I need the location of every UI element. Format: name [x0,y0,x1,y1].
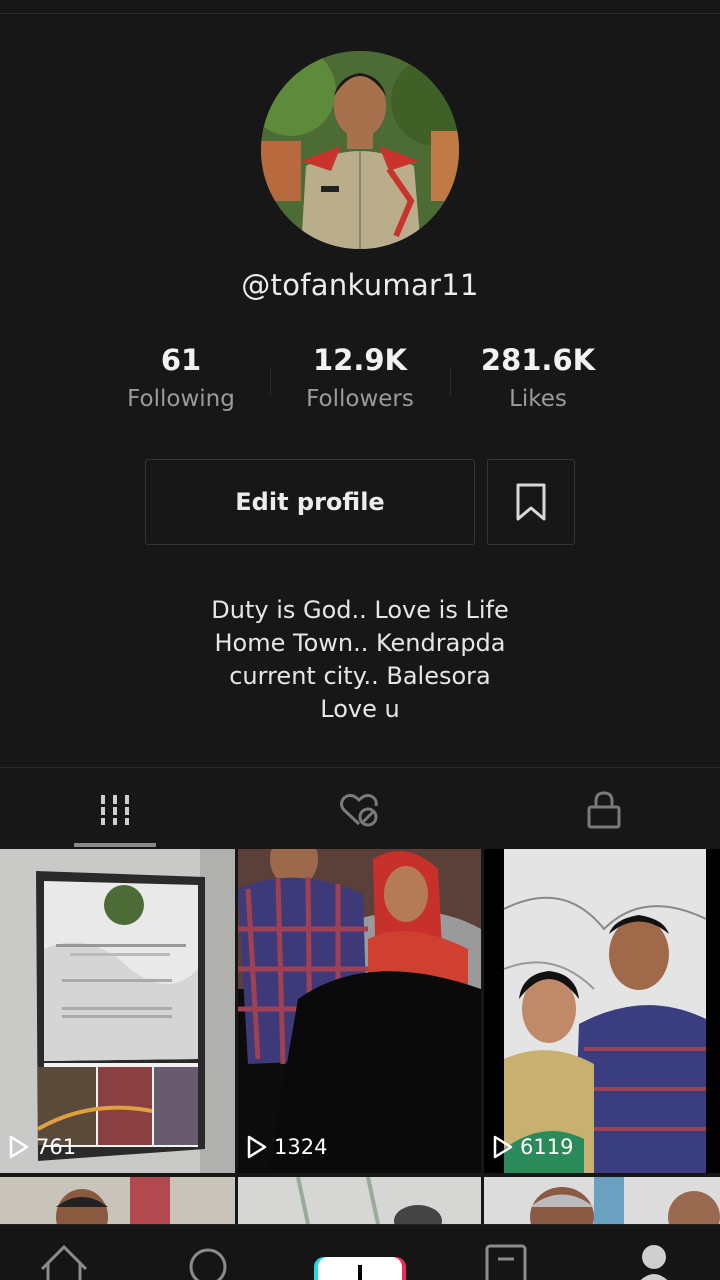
view-count-value: 6119 [520,1135,574,1159]
nav-create[interactable] [314,1255,406,1280]
view-count: 761 [8,1135,76,1159]
home-icon [40,1244,88,1280]
play-icon [247,1135,267,1159]
following-count: 61 [160,343,202,377]
videos-grid-icon [98,795,132,825]
nav-discover[interactable] [184,1243,234,1280]
profile-screen: @tofankumar11 61 Following 12.9K Followe… [0,0,720,1280]
followers-label: Followers [306,386,414,412]
followers-count: 12.9K [312,343,408,377]
tab-private[interactable] [544,780,664,840]
video-thumbnail-image [0,1177,235,1224]
stat-following[interactable]: 61 Following [91,340,271,414]
avatar[interactable] [261,51,459,249]
video-thumbnail-image [484,1177,720,1224]
edit-profile-button[interactable]: Edit profile [145,459,475,545]
video-thumbnail-image [0,849,235,1173]
view-count-value: 761 [36,1135,77,1159]
video-thumbnail[interactable]: 1324 [238,849,481,1173]
stat-likes[interactable]: 281.6K Likes [448,340,628,414]
create-plus-icon [314,1257,406,1280]
inbox-icon [485,1244,527,1280]
nav-profile[interactable] [634,1243,674,1280]
play-icon [493,1135,513,1159]
bio-line: Home Town.. Kendrapda [214,629,506,657]
video-thumbnail[interactable]: 6119 [484,849,720,1173]
video-thumbnail[interactable] [484,1177,720,1224]
favorites-button[interactable] [487,459,575,545]
view-count-value: 1324 [274,1135,328,1159]
tab-videos[interactable] [55,780,175,840]
view-count: 1324 [246,1135,327,1159]
bio-line: Love u [320,695,400,723]
status-divider [0,13,720,14]
bottom-navigation [0,1224,720,1280]
active-tab-indicator [74,843,156,847]
video-thumbnail[interactable] [238,1177,481,1224]
stat-followers[interactable]: 12.9K Followers [270,340,450,414]
nav-inbox[interactable] [484,1243,528,1280]
bio-line: Duty is God.. Love is Life [211,596,509,624]
username: @tofankumar11 [241,268,479,302]
lock-icon [587,791,621,829]
likes-label: Likes [509,386,567,412]
video-thumbnail-image [484,849,720,1173]
liked-videos-icon [340,793,378,827]
video-thumbnail-image [238,849,481,1173]
bio: Duty is God.. Love is Life Home Town.. K… [0,594,720,726]
tab-liked[interactable] [300,780,420,840]
nav-home[interactable] [38,1243,90,1280]
bio-line: current city.. Balesora [229,662,491,690]
video-thumbnail[interactable] [0,1177,235,1224]
likes-count: 281.6K [480,343,596,377]
tabs-divider [0,767,720,768]
view-count: 6119 [492,1135,573,1159]
video-thumbnail[interactable]: 761 [0,849,235,1173]
video-thumbnail-image [238,1177,481,1224]
following-label: Following [127,386,235,412]
bookmark-icon [516,483,546,521]
search-icon [189,1248,227,1280]
profile-icon [640,1245,668,1280]
play-icon [9,1135,29,1159]
